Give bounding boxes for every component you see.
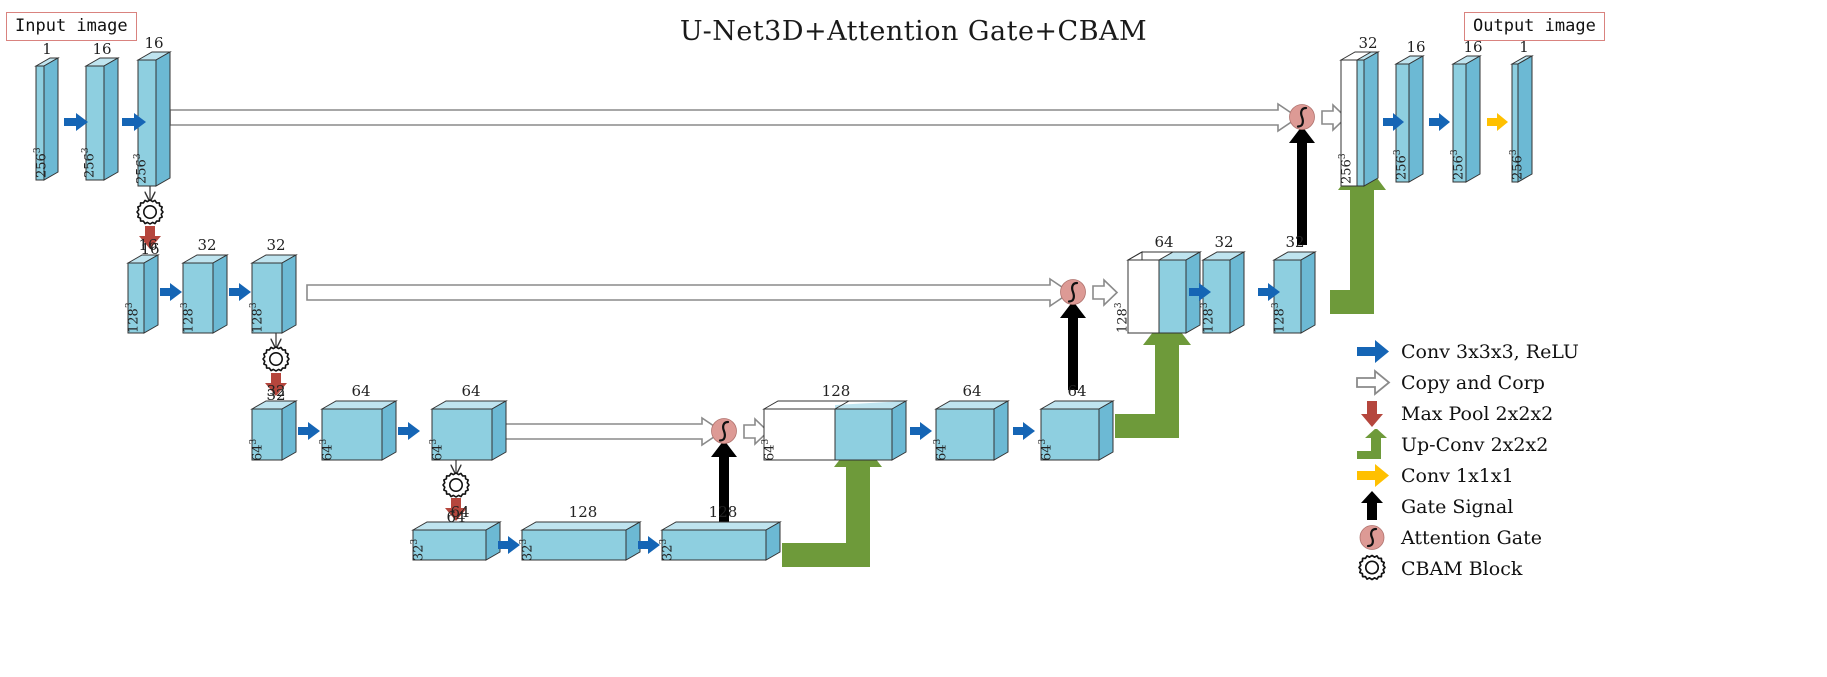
channel-label-L1e2: 16 [92, 40, 112, 58]
legend-label-maxpool: Max Pool 2x2x2 [1401, 402, 1554, 425]
up-conv-arrow-icon [1355, 429, 1401, 460]
dim-label-L1e3: 2563 [133, 153, 150, 184]
dim-label-L2e1: 1283 [125, 302, 142, 333]
legend-label-cbam: CBAM Block [1401, 557, 1523, 580]
conv-arrow-L4-b [638, 536, 660, 554]
dim-label-L2d2: 1283 [1200, 302, 1217, 333]
legend-label-upconv: Up-Conv 2x2x2 [1401, 433, 1549, 456]
channel-label-L3d3: 64 [1067, 382, 1087, 400]
channel-label-L2e2: 32 [197, 236, 217, 254]
conv-arrow-L3-a [298, 422, 320, 440]
channel-label-L4e2: 128 [568, 503, 598, 521]
dim-label-L2d1: 1283 [1114, 302, 1131, 333]
dim-label-L4e2: 323 [519, 538, 536, 561]
dim-label-L1e1: 2563 [33, 147, 50, 178]
channel-label-L1e3: 16 [144, 34, 164, 52]
attention-gate-icon-level2 [1060, 279, 1086, 305]
dim-label-L3d1: 643 [761, 438, 778, 461]
attention-gate-icon-level1 [1289, 104, 1315, 130]
attention-gate-icon-level3 [711, 418, 737, 444]
diagram-canvas: U-Net3D+Attention Gate+CBAM Input image … [0, 0, 1827, 677]
channel-label-L3e3: 64 [461, 382, 481, 400]
legend-label-attention-gate: Attention Gate [1401, 526, 1542, 549]
gate-signal-arrow-level1 [1289, 126, 1315, 245]
legend-item-cbam: CBAM Block [1355, 553, 1579, 584]
attention-gate-icon [1355, 522, 1401, 553]
copy-crop-arrow-icon [1355, 367, 1401, 398]
conv-arrow-L2-a [160, 283, 182, 301]
dim-label-L1e2: 2563 [81, 147, 98, 178]
legend-item-attention-gate: Attention Gate [1355, 522, 1579, 553]
cbam-block-icon-3 [442, 472, 470, 498]
conv-arrow-L1-a [64, 113, 88, 131]
dim-label-L4e1: 323 [410, 538, 427, 561]
channel-label-L2d1: 64 [1154, 233, 1174, 251]
copy-crop-arrow-level1 [169, 102, 1300, 133]
dim-label-L4e3: 323 [659, 538, 676, 561]
max-pool-arrow-icon [1355, 398, 1401, 429]
channel-label-L1d3: 16 [1463, 38, 1483, 56]
dim-label-L1d1: 2563 [1338, 153, 1355, 184]
dim-label-L2d3: 1283 [1271, 302, 1288, 333]
cbam-block-icon-1 [136, 199, 164, 225]
gate-signal-arrow-icon [1355, 491, 1401, 522]
channel-label-L2d2: 32 [1214, 233, 1234, 251]
legend-label-conv1x1: Conv 1x1x1 [1401, 464, 1514, 487]
channel-label-L1d1: 32 [1358, 34, 1378, 52]
cbam-block-icon [1355, 553, 1401, 584]
conv1x1-arrow-final [1487, 113, 1508, 131]
dim-label-L3d3: 643 [1038, 438, 1055, 461]
dim-label-L2e3: 1283 [249, 302, 266, 333]
legend-item-copy: Copy and Corp [1355, 367, 1579, 398]
gate-signal-arrow-level2 [1060, 301, 1086, 390]
dim-label-L1d2: 2563 [1393, 149, 1410, 180]
conv-arrow-L1-d [1429, 113, 1450, 131]
conv-arrow-L3-b [398, 422, 420, 440]
legend-item-conv1x1: Conv 1x1x1 [1355, 460, 1579, 491]
dim-label-L3e2: 643 [319, 438, 336, 461]
dim-label-L1d3: 2563 [1450, 149, 1467, 180]
encoder-block-L4-3 [660, 521, 782, 561]
legend-item-upconv: Up-Conv 2x2x2 [1355, 429, 1579, 460]
conv1x1-arrow-icon [1355, 460, 1401, 491]
channel-label-L2e3: 32 [266, 236, 286, 254]
legend-label-gate-signal: Gate Signal [1401, 495, 1514, 518]
conv-arrow-L3-d [1013, 422, 1035, 440]
dim-label-L2e2: 1283 [180, 302, 197, 333]
legend-item-gate-signal: Gate Signal [1355, 491, 1579, 522]
legend-item-maxpool: Max Pool 2x2x2 [1355, 398, 1579, 429]
dim-label-L3d2: 643 [933, 438, 950, 461]
conv-arrow-L4-a [498, 536, 520, 554]
dim-label-L3e1: 643 [249, 438, 266, 461]
conv-arrow-L2-b [229, 283, 251, 301]
channel-label-L1d2: 16 [1406, 38, 1426, 56]
channel-label-L3d2: 64 [962, 382, 982, 400]
decoder-block-L3-concat [762, 400, 908, 461]
legend-item-conv: Conv 3x3x3, ReLU [1355, 336, 1579, 367]
channel-label-L1e1: 1 [42, 40, 52, 58]
copy-crop-arrow-level2 [306, 277, 1072, 308]
encoder-block-L4-2 [520, 521, 642, 561]
legend-label-copy: Copy and Corp [1401, 371, 1545, 394]
dim-label-L3e3: 643 [429, 438, 446, 461]
pool-out-label-3: 64 [446, 508, 466, 526]
channel-label-L1d4: 1 [1519, 38, 1529, 56]
channel-label-L2d3: 32 [1285, 233, 1305, 251]
channel-label-L4e3: 128 [708, 503, 738, 521]
legend: Conv 3x3x3, ReLU Copy and Corp Max Pool … [1355, 336, 1579, 584]
conv-arrow-L3-c [910, 422, 932, 440]
cbam-block-icon-2 [262, 346, 290, 372]
channel-label-L3e2: 64 [351, 382, 371, 400]
channel-label-L3d1: 128 [821, 382, 851, 400]
copy-crop-arrow-level3 [504, 416, 724, 447]
conv-arrow-icon [1355, 336, 1401, 367]
dim-label-L1d4: 2563 [1509, 149, 1526, 180]
pool-out-label-2: 32 [266, 386, 286, 404]
legend-label-conv: Conv 3x3x3, ReLU [1401, 340, 1579, 363]
pool-out-label-1: 16 [140, 240, 160, 258]
